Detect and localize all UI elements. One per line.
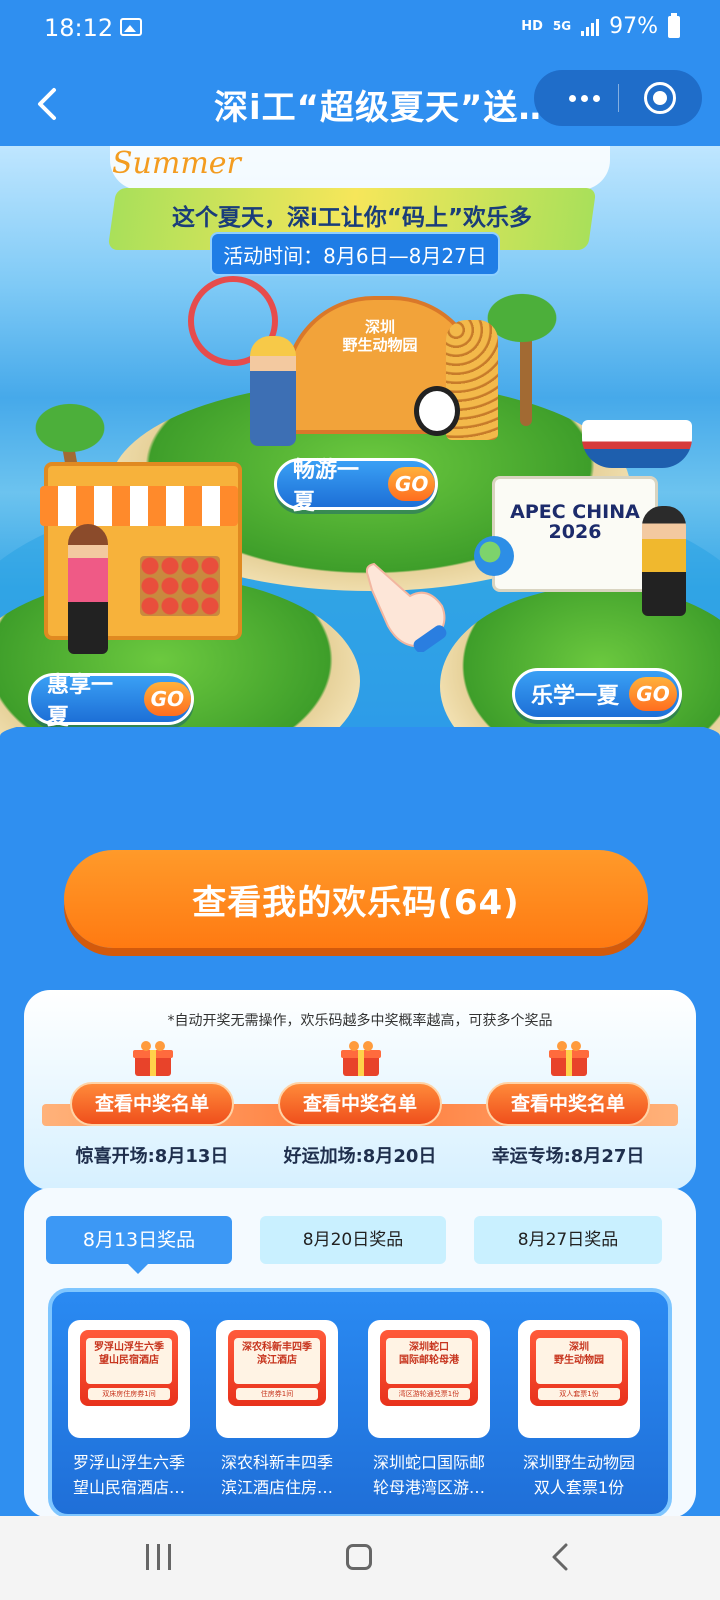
status-time: 18:12	[44, 14, 114, 42]
summer-script: Summer	[112, 146, 241, 181]
prize-ticket-title: 深农科新丰四季 滨江酒店	[234, 1338, 320, 1384]
status-indicators: HD 5G 97%	[521, 12, 680, 39]
mini-program-capsule	[534, 70, 702, 126]
view-my-codes-button[interactable]: 查看我的欢乐码(64)	[64, 850, 648, 948]
go-badge: GO	[388, 467, 435, 501]
prize-ticket: 深圳 野生动物园 双人套票1份	[530, 1330, 628, 1406]
ship-illustration	[582, 420, 692, 468]
prize-ticket: 深农科新丰四季 滨江酒店 住房券1间	[228, 1330, 326, 1406]
prize-item[interactable]: 深农科新丰四季 滨江酒店 住房券1间 深农科新丰四季 滨江酒店住房…	[216, 1320, 340, 1500]
prize-ticket: 深圳蛇口 国际邮轮母港 湾区游轮通兑票1份	[380, 1330, 478, 1406]
slogan-text: 这个夏天，深i工让你“码上”欢乐多	[171, 205, 533, 231]
active-tab-pointer	[128, 1264, 148, 1274]
more-icon[interactable]	[556, 82, 612, 114]
network-indicator: 5G	[552, 19, 572, 33]
gift-icon	[549, 1041, 589, 1076]
section-label: 畅游一夏	[293, 458, 360, 515]
image-icon	[120, 18, 142, 36]
go-badge: GO	[629, 677, 678, 711]
prize-ticket-subtitle: 住房券1间	[236, 1388, 318, 1400]
prize-ticket: 罗浮山浮生六季 望山民宿酒店 双床房住房券1间	[80, 1330, 178, 1406]
globe-illustration	[474, 536, 514, 576]
prize-list: 罗浮山浮生六季 望山民宿酒店 双床房住房券1间 罗浮山浮生六季 望山民宿酒店… …	[48, 1288, 672, 1518]
shopper-illustration	[68, 524, 108, 654]
back-icon[interactable]	[30, 84, 66, 124]
home-icon[interactable]	[346, 1544, 372, 1570]
worker-illustration	[250, 336, 296, 446]
view-winners-button[interactable]: 查看中奖名单	[70, 1082, 234, 1126]
fruit-stand	[140, 556, 220, 616]
draw-round-2: 查看中奖名单 好运加场:8月20日	[274, 1038, 454, 1178]
battery-percent: 97%	[609, 14, 658, 39]
prize-panel: 8月13日奖品 8月20日奖品 8月27日奖品 罗浮山浮生六季 望山民宿酒店 双…	[24, 1188, 696, 1518]
prize-image: 深圳 野生动物园 双人套票1份	[518, 1320, 640, 1438]
prize-name: 罗浮山浮生六季 望山民宿酒店…	[72, 1453, 185, 1497]
gift-icon	[341, 1041, 381, 1076]
page-title: 深i工“超级夏天”送…	[214, 88, 554, 128]
system-nav-bar	[0, 1516, 720, 1600]
prize-ticket-title: 罗浮山浮生六季 望山民宿酒店	[86, 1338, 172, 1384]
hero-bottom-edge	[0, 706, 720, 776]
section-label: 乐学一夏	[531, 684, 620, 709]
tab-prizes-aug27[interactable]: 8月27日奖品	[474, 1216, 662, 1264]
draw-note: *自动开奖无需操作，欢乐码越多中奖概率越高，可获多个奖品	[167, 1013, 553, 1029]
gift-icon	[133, 1041, 173, 1076]
reader-illustration	[642, 506, 686, 616]
tab-prizes-aug20[interactable]: 8月20日奖品	[260, 1216, 446, 1264]
activity-time-text: 活动时间：8月6日—8月27日	[223, 244, 487, 268]
prize-ticket-subtitle: 湾区游轮通兑票1份	[388, 1388, 470, 1400]
battery-icon	[668, 12, 680, 38]
hd-indicator: HD	[521, 19, 543, 34]
recents-icon[interactable]	[146, 1544, 171, 1570]
hero-banner: Summer 这个夏天，深i工让你“码上”欢乐多 活动时间：8月6日—8月27日…	[0, 146, 720, 776]
signal-icon	[581, 18, 600, 36]
prize-name: 深圳蛇口国际邮 轮母港湾区游…	[372, 1453, 485, 1497]
capsule-divider	[618, 84, 619, 112]
palm-tree-leaves	[10, 386, 130, 456]
draw-date: 惊喜开场:8月13日	[75, 1146, 229, 1167]
prize-ticket-title: 深圳蛇口 国际邮轮母港	[386, 1338, 472, 1384]
draw-round-3: 查看中奖名单 幸运专场:8月27日	[482, 1038, 662, 1178]
draw-round-1: 查看中奖名单 惊喜开场:8月13日	[66, 1038, 246, 1178]
panda-illustration	[414, 386, 460, 436]
tab-prizes-aug13[interactable]: 8月13日奖品	[46, 1216, 232, 1264]
view-winners-button[interactable]: 查看中奖名单	[278, 1082, 442, 1126]
view-my-codes-label: 查看我的欢乐码(64)	[192, 882, 520, 923]
prize-image: 深农科新丰四季 滨江酒店 住房券1间	[216, 1320, 338, 1438]
status-bar: 18:12 HD 5G 97%	[0, 0, 720, 62]
prize-item[interactable]: 深圳 野生动物园 双人套票1份 深圳野生动物园 双人套票1份	[518, 1320, 642, 1500]
apec-china-label: APEC CHINA 2026	[510, 501, 640, 543]
view-winners-button[interactable]: 查看中奖名单	[486, 1082, 650, 1126]
prize-image: 深圳蛇口 国际邮轮母港 湾区游轮通兑票1份	[368, 1320, 490, 1438]
draw-date: 好运加场:8月20日	[283, 1146, 437, 1167]
prize-ticket-subtitle: 双人套票1份	[538, 1388, 620, 1400]
pointing-hand-icon	[365, 562, 447, 652]
close-icon[interactable]	[644, 82, 676, 114]
prize-name: 深农科新丰四季 滨江酒店住房…	[220, 1453, 333, 1497]
prize-ticket-subtitle: 双床房住房券1间	[88, 1388, 170, 1400]
draw-info-card: *自动开奖无需操作，欢乐码越多中奖概率越高，可获多个奖品 查看中奖名单 惊喜开场…	[24, 990, 696, 1190]
back-icon[interactable]	[548, 1542, 574, 1572]
prize-item[interactable]: 深圳蛇口 国际邮轮母港 湾区游轮通兑票1份 深圳蛇口国际邮 轮母港湾区游…	[368, 1320, 492, 1500]
draw-date: 幸运专场:8月27日	[491, 1146, 645, 1167]
prize-name: 深圳野生动物园 双人套票1份	[522, 1453, 635, 1497]
shop-awning	[40, 486, 238, 526]
prize-item[interactable]: 罗浮山浮生六季 望山民宿酒店 双床房住房券1间 罗浮山浮生六季 望山民宿酒店…	[68, 1320, 192, 1500]
prize-image: 罗浮山浮生六季 望山民宿酒店 双床房住房券1间	[68, 1320, 190, 1438]
prize-ticket-title: 深圳 野生动物园	[536, 1338, 622, 1384]
section-button-travel[interactable]: 畅游一夏 GO	[274, 458, 438, 515]
mini-program-nav-bar: 深i工“超级夏天”送…	[0, 62, 720, 146]
zoo-gate-sign: 深圳 野生动物园	[342, 318, 418, 354]
